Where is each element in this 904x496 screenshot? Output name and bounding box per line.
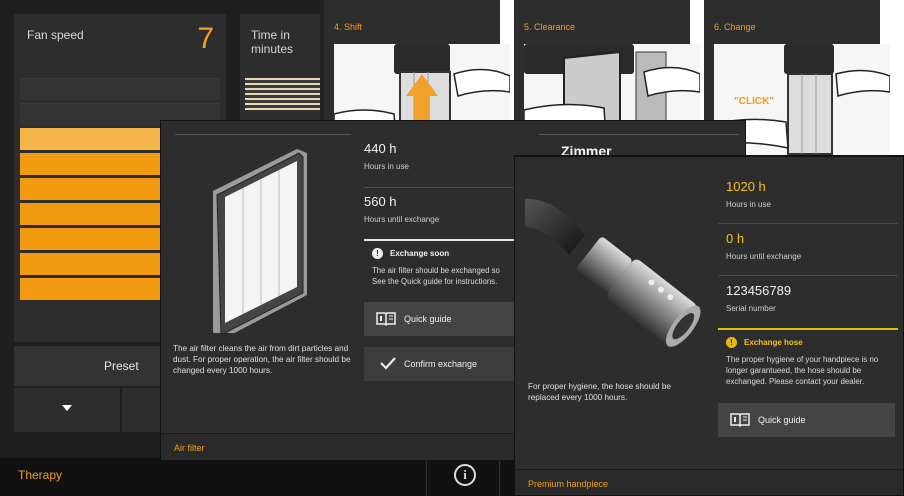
hand-hours-in-use: 1020 h Hours in use [726,179,896,209]
therapy-tab[interactable]: Therapy [18,468,62,482]
handpiece-illustration [525,198,701,347]
hand-warning-text: The proper hygiene of your handpiece is … [726,355,879,386]
quick-guide-button[interactable]: Quick guide [718,403,895,437]
quick-guide-label: Quick guide [404,314,452,324]
confirm-exchange-label: Confirm exchange [404,359,478,369]
hand-hours-until: 0 h Hours until exchange [726,231,896,261]
guide-step-title: 4. Shift [334,22,363,32]
guide-click-callout: "CLICK" [734,96,774,107]
time-label: Time in minutes [251,28,293,56]
hand-hours-in-use-value: 1020 h [726,179,766,194]
hand-serial: 123456789 Serial number [726,283,896,313]
air-warning-title: Exchange soon [390,249,450,258]
confirm-exchange-button[interactable]: Confirm exchange [364,347,516,381]
air-filter-footer-label: Air filter [174,443,205,453]
divider [364,187,514,188]
handpiece-footer: Premium handpiece [515,469,903,495]
warning-icon: ! [726,337,737,348]
time-slider-bars[interactable] [245,78,320,110]
divider [539,134,739,135]
air-filter-illustration [213,149,307,333]
guide-step-title: 5. Clearance [524,22,576,32]
warning-divider [364,239,514,241]
handpiece-footer-label: Premium handpiece [528,479,609,489]
warning-divider [718,328,898,330]
air-hours-until-label: Hours until exchange [364,215,440,224]
air-warning-text: The air filter should be exchanged so Se… [372,266,522,287]
hand-warning-title: Exchange hose [744,338,803,347]
quick-guide-button[interactable]: Quick guide [364,302,516,336]
check-icon [380,357,396,370]
warning-icon: ! [372,248,383,259]
air-hours-in-use-value: 440 h [364,141,397,156]
book-icon [376,312,396,326]
fan-speed-label: Fan speed [27,28,84,42]
air-hours-in-use: 440 h Hours in use [364,141,514,171]
preset-dropdown-button[interactable] [14,388,120,432]
air-warning-line1: The air filter should be exchanged so [372,266,500,275]
info-icon: i [454,464,476,486]
info-button[interactable]: i [426,458,500,496]
chevron-down-icon [62,405,72,411]
air-warning-line2: See the Quick guide for instructions. [372,276,498,286]
divider [175,134,351,135]
hand-hours-until-value: 0 h [726,231,745,246]
time-label-line1: Time in [251,28,290,42]
preset-label: Preset [104,359,139,373]
air-hours-until-value: 560 h [364,194,397,209]
air-hours-until: 560 h Hours until exchange [364,194,514,224]
handpiece-description: For proper hygiene, the hose should be r… [528,382,671,402]
hand-serial-label: Serial number [726,304,776,313]
handpiece-dialog: For proper hygiene, the hose should be r… [514,155,904,496]
hand-serial-value: 123456789 [726,283,792,298]
quick-guide-label: Quick guide [758,415,806,425]
hand-hours-in-use-label: Hours in use [726,200,771,209]
time-label-line2: minutes [251,42,294,56]
divider [718,275,898,276]
hand-hours-until-label: Hours until exchange [726,252,802,261]
air-filter-description: The air filter cleans the air from dirt … [173,344,351,375]
fan-speed-bar[interactable] [20,78,220,100]
book-icon [730,413,750,427]
guide-step-title: 6. Change [714,22,756,32]
fan-speed-value: 7 [197,22,214,55]
divider [718,223,898,224]
air-hours-in-use-label: Hours in use [364,162,409,171]
